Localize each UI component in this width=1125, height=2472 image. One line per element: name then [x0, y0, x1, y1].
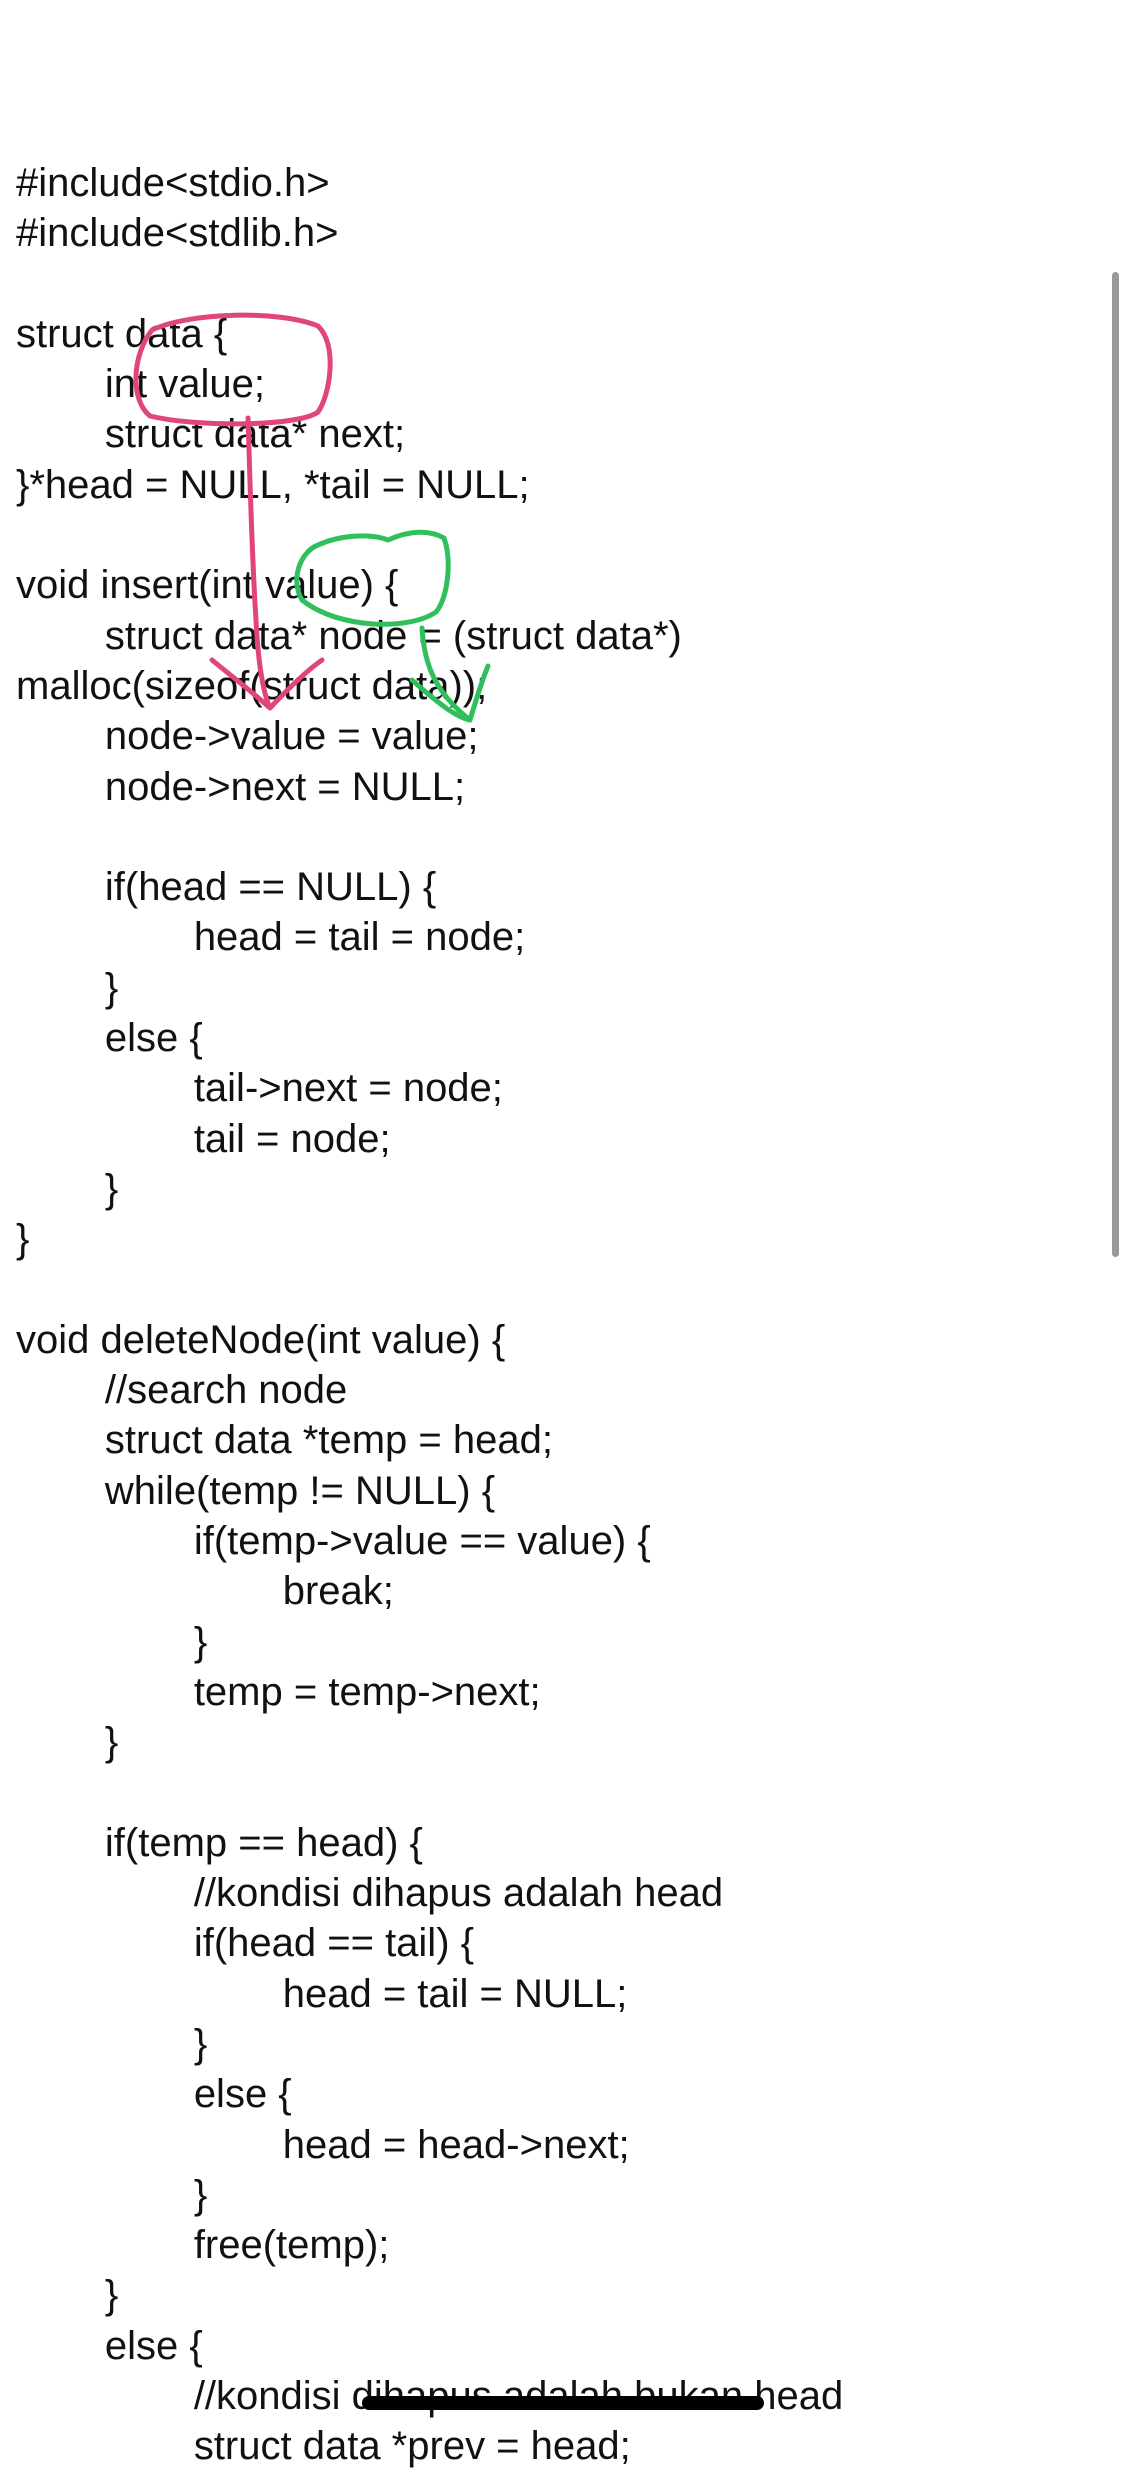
code-line: if(head == tail) {	[16, 1921, 474, 1966]
code-line: head = tail = NULL;	[16, 1971, 628, 2016]
code-line: }	[16, 2021, 208, 2066]
code-line: #include<stdlib.h>	[16, 211, 339, 256]
code-line: void deleteNode(int value) {	[16, 1317, 506, 1362]
code-line: struct data* node = (struct data*)	[16, 613, 682, 658]
code-line: }*head = NULL, *tail = NULL;	[16, 462, 530, 507]
code-line: head = tail = node;	[16, 915, 526, 960]
code-line: #include<stdio.h>	[16, 161, 330, 205]
code-line: if(temp->value == value) {	[16, 1519, 651, 1564]
code-line: node->value = value;	[16, 714, 479, 759]
code-line: struct data* next;	[16, 412, 406, 457]
code-line: }	[16, 1619, 208, 1664]
code-line: else {	[16, 2072, 292, 2117]
code-line: else {	[16, 1016, 203, 1061]
code-line: }	[16, 965, 119, 1010]
code-line: }	[16, 1217, 30, 1262]
code-line: }	[16, 1720, 119, 1765]
code-line: while(temp != NULL) {	[16, 1468, 496, 1513]
code-line: else {	[16, 2323, 203, 2368]
code-line: struct data {	[16, 311, 228, 356]
code-line: tail->next = node;	[16, 1066, 503, 1111]
code-line: head = head->next;	[16, 2122, 630, 2167]
code-line: temp = temp->next;	[16, 1669, 541, 1714]
code-line: tail = node;	[16, 1116, 391, 1161]
code-line: }	[16, 2273, 119, 2318]
code-line: node->next = NULL;	[16, 764, 466, 809]
code-line: struct data *prev = head;	[16, 2424, 631, 2469]
code-line: if(temp == head) {	[16, 1820, 423, 1865]
home-indicator[interactable]	[362, 2396, 764, 2410]
code-line: }	[16, 2172, 208, 2217]
code-line: //search node	[16, 1368, 348, 1413]
code-line: break;	[16, 1569, 394, 1614]
code-line: free(temp);	[16, 2223, 390, 2268]
code-line: if(head == NULL) {	[16, 865, 437, 910]
code-line: void insert(int value) {	[16, 563, 399, 608]
scrollbar-thumb[interactable]	[1112, 272, 1119, 1257]
code-line: struct data *temp = head;	[16, 1418, 553, 1463]
code-document: #include<stdio.h> #include<stdlib.h> struc…	[16, 158, 843, 2472]
code-line: }	[16, 1166, 119, 1211]
scrollbar[interactable]	[1109, 0, 1125, 2436]
code-line: int value;	[16, 362, 266, 407]
code-line: //kondisi dihapus adalah head	[16, 1871, 724, 1916]
code-line: malloc(sizeof(struct data));	[16, 663, 488, 708]
